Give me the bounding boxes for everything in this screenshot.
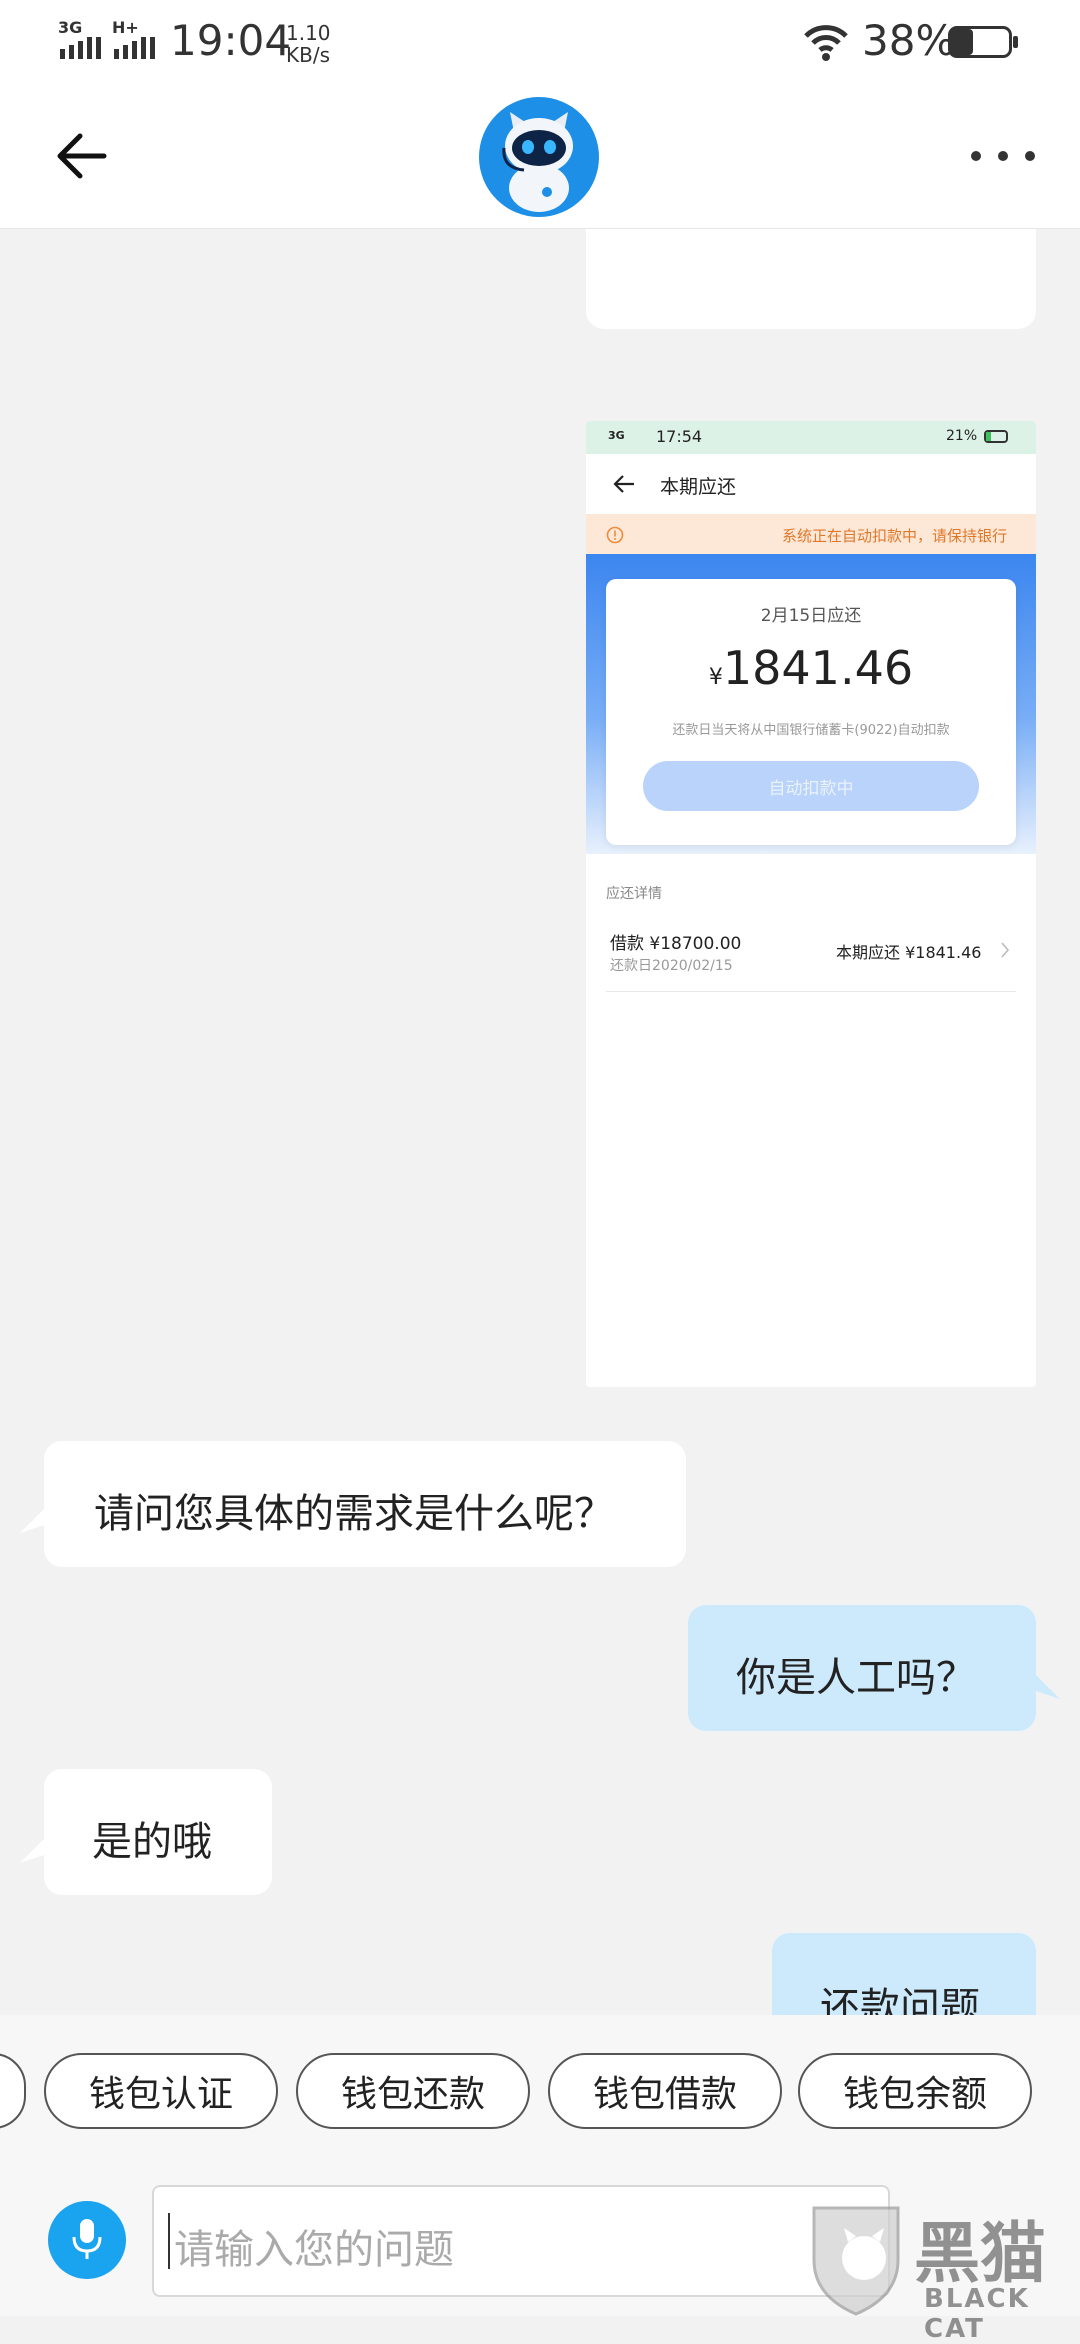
speed-value: 1.10 [286, 21, 331, 45]
robot-avatar-icon[interactable] [478, 96, 600, 218]
embedded-loan-label: 借款 ¥18700.00 [610, 934, 742, 954]
watermark-text-en: BLACK CAT [924, 2284, 1030, 2344]
quick-reply-chip[interactable]: 钱包还款 [296, 2053, 530, 2129]
signal-bars-icon [60, 37, 101, 59]
embedded-debit-note: 还款日当天将从中国银行储蓄卡(9022)自动扣款 [672, 723, 950, 738]
arrow-left-icon[interactable] [52, 126, 112, 186]
message-text: 请问您具体的需求是什么呢？ [94, 1491, 614, 1537]
embedded-time: 17:54 [656, 427, 703, 446]
status-bar: 3G H+ 19:04 1.10 KB/s 38% [0, 0, 1080, 84]
message-bubble-left: 请问您具体的需求是什么呢？ [44, 1441, 686, 1567]
wifi-icon [804, 25, 848, 61]
message-bubble-right: 还款问题 [772, 1933, 1036, 2015]
quick-reply-bar[interactable]: 钱包认证 钱包还款 钱包借款 钱包余额 [0, 2015, 1080, 2185]
speed-unit: KB/s [286, 43, 330, 67]
battery-percent: 38% [862, 16, 956, 65]
network-speed: 1.10 KB/s [286, 22, 331, 66]
more-dots-icon[interactable] [968, 148, 1038, 164]
message-text: 你是人工吗？ [736, 1655, 976, 1701]
embedded-auto-debit-button: 自动扣款中 [643, 761, 979, 811]
quick-reply-chip-partial[interactable] [0, 2053, 26, 2129]
chat-area[interactable]: 3G 17:54 21% 本期应还 系统正在自动扣款中，请保持银行 2月15日应… [0, 229, 1080, 2015]
embedded-amount: ¥1841.46 [606, 641, 1016, 695]
embedded-notice-bar: 系统正在自动扣款中，请保持银行 [586, 514, 1036, 554]
network-type-2: H+ [112, 18, 139, 37]
embedded-amount-value: 1841.46 [722, 641, 914, 695]
embedded-due-date: 2月15日应还 [760, 606, 862, 626]
embedded-repay-date: 还款日2020/02/15 [610, 958, 733, 974]
question-input[interactable]: 请输入您的问题 [152, 2185, 890, 2297]
chevron-right-icon [1001, 942, 1010, 958]
battery-icon [948, 26, 1012, 58]
microphone-icon [72, 2219, 102, 2259]
embedded-battery-percent: 21% [946, 428, 978, 444]
embedded-period-due: 本期应还 ¥1841.46 [836, 943, 982, 962]
warning-icon [606, 526, 624, 544]
signal-bars-icon [114, 37, 155, 59]
embedded-amount-card: 2月15日应还 ¥1841.46 还款日当天将从中国银行储蓄卡(9022)自动扣… [606, 579, 1016, 845]
embedded-back-icon [613, 475, 634, 493]
embedded-network: 3G [608, 429, 625, 442]
embedded-title: 本期应还 [660, 476, 737, 498]
image-message-screenshot[interactable]: 3G 17:54 21% 本期应还 系统正在自动扣款中，请保持银行 2月15日应… [586, 421, 1036, 1387]
embedded-nav: 本期应还 [586, 454, 1036, 514]
quick-reply-chip[interactable]: 钱包余额 [798, 2053, 1032, 2129]
clock: 19:04 [170, 16, 292, 65]
text-cursor [168, 2213, 170, 2269]
embedded-currency: ¥ [708, 665, 723, 690]
black-cat-watermark: 黑猫 BLACK CAT [808, 2200, 1080, 2344]
message-bubble-right: 你是人工吗？ [688, 1605, 1036, 1731]
black-cat-logo [812, 2206, 900, 2316]
microphone-button[interactable] [48, 2201, 126, 2279]
message-text: 还款问题 [820, 1985, 980, 2015]
embedded-battery-icon [984, 430, 1008, 443]
embedded-notice-text: 系统正在自动扣款中，请保持银行 [782, 527, 1008, 545]
message-text: 是的哦 [92, 1819, 212, 1865]
watermark-text-cn: 黑猫 [914, 2215, 1046, 2292]
message-bubble-left: 是的哦 [44, 1769, 272, 1895]
quick-reply-chip[interactable]: 钱包认证 [44, 2053, 278, 2129]
embedded-divider [606, 991, 1016, 992]
signal-3g: 3G [58, 18, 104, 63]
quick-reply-chip[interactable]: 钱包借款 [548, 2053, 782, 2129]
battery-tip [1013, 36, 1018, 48]
network-type-1: 3G [58, 18, 83, 37]
input-placeholder: 请输入您的问题 [174, 2227, 454, 2273]
embedded-status-bar: 3G 17:54 21% [586, 421, 1036, 454]
chat-header [0, 84, 1080, 229]
embedded-detail-header: 应还详情 [606, 886, 662, 902]
previous-image-message[interactable] [586, 229, 1036, 329]
signal-hplus: H+ [112, 18, 158, 63]
